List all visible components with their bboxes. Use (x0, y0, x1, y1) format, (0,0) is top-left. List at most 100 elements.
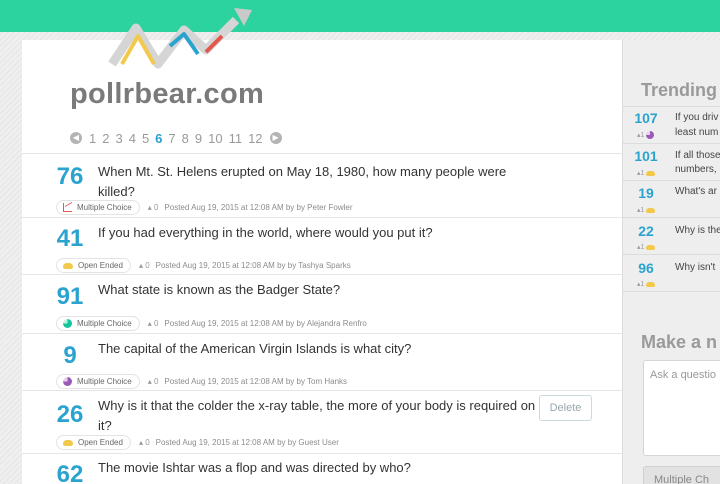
page-link[interactable]: 8 (182, 131, 189, 146)
page-link-current[interactable]: 6 (155, 131, 162, 146)
question-row[interactable]: 26 Why is it that the colder the x-ray t… (22, 390, 622, 453)
posted-info: Posted Aug 19, 2015 at 12:08 AM by by Al… (164, 318, 367, 328)
page-link[interactable]: 10 (208, 131, 222, 146)
line-chart-icon (63, 202, 72, 212)
pie-chart-icon (646, 131, 655, 139)
trending-text[interactable]: Why isn't (675, 260, 720, 275)
question-score: 62 (56, 461, 84, 484)
question-score: 41 (56, 225, 84, 252)
vote-count[interactable]: ▴ 0 (139, 261, 150, 270)
question-type-select[interactable]: Multiple Ch (643, 466, 720, 484)
question-text[interactable]: What state is known as the Badger State? (98, 280, 528, 300)
question-row[interactable]: 91 What state is known as the Badger Sta… (22, 274, 622, 333)
trending-text[interactable]: Why is the (675, 223, 720, 238)
trending-score: 22 (638, 223, 654, 239)
question-type-label: Multiple Choice (77, 376, 132, 386)
trending-score: 96 (638, 260, 654, 276)
trending-item[interactable]: 101 If all those numbers, ▴ 1 (623, 143, 720, 180)
question-text[interactable]: When Mt. St. Helens erupted on May 18, 1… (98, 162, 528, 202)
page-link[interactable]: 5 (142, 131, 149, 146)
vote-count[interactable]: ▴ 0 (148, 377, 159, 386)
vote-value: 0 (145, 437, 150, 447)
question-type-label: Open Ended (78, 260, 123, 270)
trending-divider (623, 291, 720, 292)
chevron-right-circle-icon[interactable]: ▶ (269, 132, 282, 144)
trending-item[interactable]: 19 What's ar ▴ 1 (623, 180, 720, 217)
trending-meta: ▴ 1 (637, 243, 656, 251)
cloud-icon (646, 245, 656, 250)
page-link[interactable]: 9 (195, 131, 202, 146)
cloud-icon (646, 282, 656, 287)
trending-text-line2[interactable]: least num (675, 125, 720, 140)
logo-text[interactable]: pollrbear.com (70, 78, 264, 111)
question-score: 91 (56, 283, 84, 310)
page-link[interactable]: 1 (89, 131, 96, 146)
trending-title: Trending (641, 80, 717, 100)
trending-votes: 1 (640, 243, 645, 251)
cloud-icon (646, 171, 656, 176)
page-link[interactable]: 12 (248, 131, 262, 146)
trending-score: 107 (634, 110, 658, 126)
delete-button[interactable]: Delete (539, 395, 592, 421)
trending-text[interactable]: What's ar (675, 184, 720, 199)
trending-text-line2[interactable]: numbers, (675, 162, 720, 177)
page-link[interactable]: 2 (102, 131, 109, 146)
trending-score: 19 (638, 185, 654, 201)
question-row[interactable]: 62 The movie Ishtar was a flop and was d… (22, 453, 622, 484)
page-link[interactable]: 7 (168, 131, 175, 146)
posted-info: Posted Aug 19, 2015 at 12:08 AM by by Ta… (155, 260, 351, 270)
question-text[interactable]: If you had everything in the world, wher… (98, 223, 528, 243)
question-type-badge[interactable]: Multiple Choice (56, 373, 140, 389)
trending-item[interactable]: 107 If you driv least num ▴ 1 (623, 106, 720, 143)
page-link[interactable]: 3 (115, 131, 122, 146)
page-link[interactable]: 11 (229, 131, 243, 146)
cloud-icon (646, 208, 656, 213)
question-type-label: Open Ended (78, 437, 123, 447)
question-row[interactable]: 9 The capital of the American Virgin Isl… (22, 333, 622, 390)
question-score: 76 (56, 163, 84, 190)
question-text[interactable]: The movie Ishtar was a flop and was dire… (98, 458, 528, 478)
question-type-badge[interactable]: Open Ended (56, 257, 131, 273)
trending-text[interactable]: If all those (675, 148, 720, 163)
posted-info: Posted Aug 19, 2015 at 12:08 AM by by To… (164, 376, 348, 386)
question-text[interactable]: The capital of the American Virgin Islan… (98, 339, 528, 359)
trending-meta: ▴ 1 (637, 206, 656, 214)
vote-count[interactable]: ▴ 0 (148, 319, 159, 328)
trending-item[interactable]: 22 Why is the ▴ 1 (623, 217, 720, 254)
trending-meta: ▴ 1 (637, 169, 656, 177)
trending-score: 101 (634, 148, 658, 164)
pie-chart-icon (63, 318, 72, 328)
page-link[interactable]: 4 (129, 131, 136, 146)
chevron-left-circle-icon[interactable]: ◀ (70, 132, 82, 144)
trending-votes: 1 (640, 280, 645, 288)
ask-question-input[interactable]: Ask a questio (643, 360, 720, 456)
question-type-badge[interactable]: Multiple Choice (56, 315, 140, 331)
question-meta: Multiple Choice ▴ 0 Posted Aug 19, 2015 … (56, 199, 353, 215)
logo-graph-icon (108, 8, 252, 69)
vote-count[interactable]: ▴ 0 (139, 438, 150, 447)
question-score: 26 (56, 401, 84, 428)
question-type-badge[interactable]: Open Ended (56, 434, 131, 450)
trending-meta: ▴ 1 (637, 280, 656, 288)
trending-text[interactable]: If you driv (675, 110, 720, 125)
cloud-icon (63, 439, 73, 446)
question-type-label: Multiple Choice (77, 318, 132, 328)
vote-count[interactable]: ▴ 0 (148, 203, 159, 212)
vote-value: 0 (153, 202, 159, 212)
question-row[interactable]: 76 When Mt. St. Helens erupted on May 18… (22, 153, 622, 217)
question-type-label: Multiple Choice (77, 202, 132, 212)
trending-votes: 1 (640, 131, 645, 139)
posted-info: Posted Aug 19, 2015 at 12:08 AM by by Gu… (155, 437, 339, 447)
question-meta: Open Ended ▴ 0 Posted Aug 19, 2015 at 12… (56, 434, 339, 450)
question-row[interactable]: 41 If you had everything in the world, w… (22, 217, 622, 274)
question-meta: Multiple Choice ▴ 0 Posted Aug 19, 2015 … (56, 373, 347, 389)
trending-meta: ▴ 1 (637, 131, 655, 139)
question-meta: Multiple Choice ▴ 0 Posted Aug 19, 2015 … (56, 315, 367, 331)
question-text[interactable]: Why is it that the colder the x-ray tabl… (98, 396, 538, 436)
vote-value: 0 (145, 260, 150, 270)
cloud-icon (63, 262, 73, 269)
vote-value: 0 (153, 376, 159, 386)
trending-item[interactable]: 96 Why isn't ▴ 1 (623, 254, 720, 291)
posted-info: Posted Aug 19, 2015 at 12:08 AM by by Pe… (164, 202, 353, 212)
question-type-badge[interactable]: Multiple Choice (56, 199, 140, 215)
